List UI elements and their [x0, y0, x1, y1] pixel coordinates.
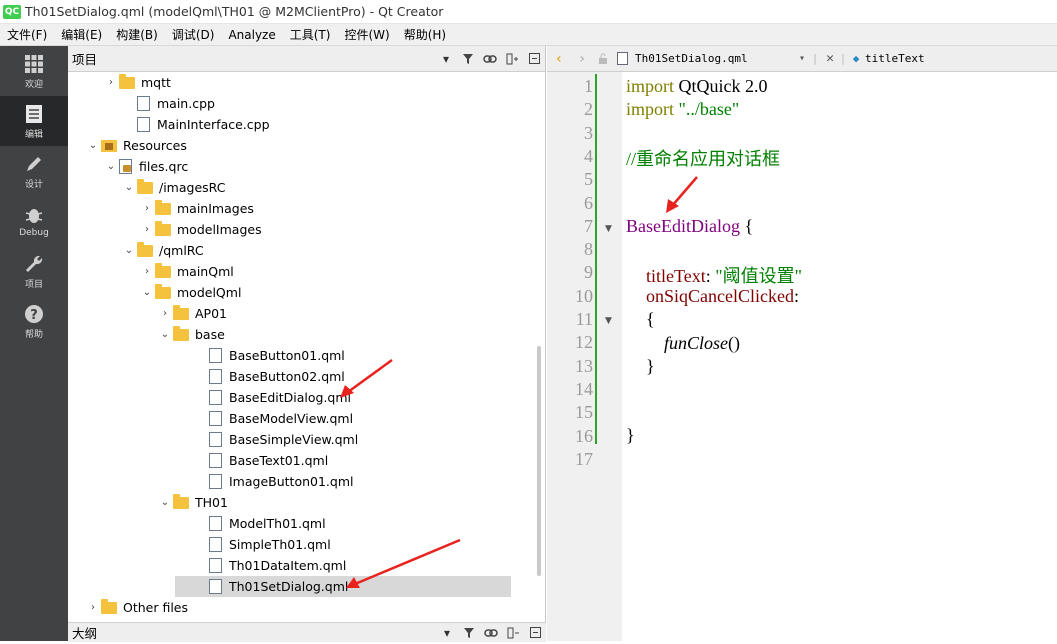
annotation-arrow-base-head [340, 385, 354, 398]
annotation-arrows [340, 176, 698, 588]
